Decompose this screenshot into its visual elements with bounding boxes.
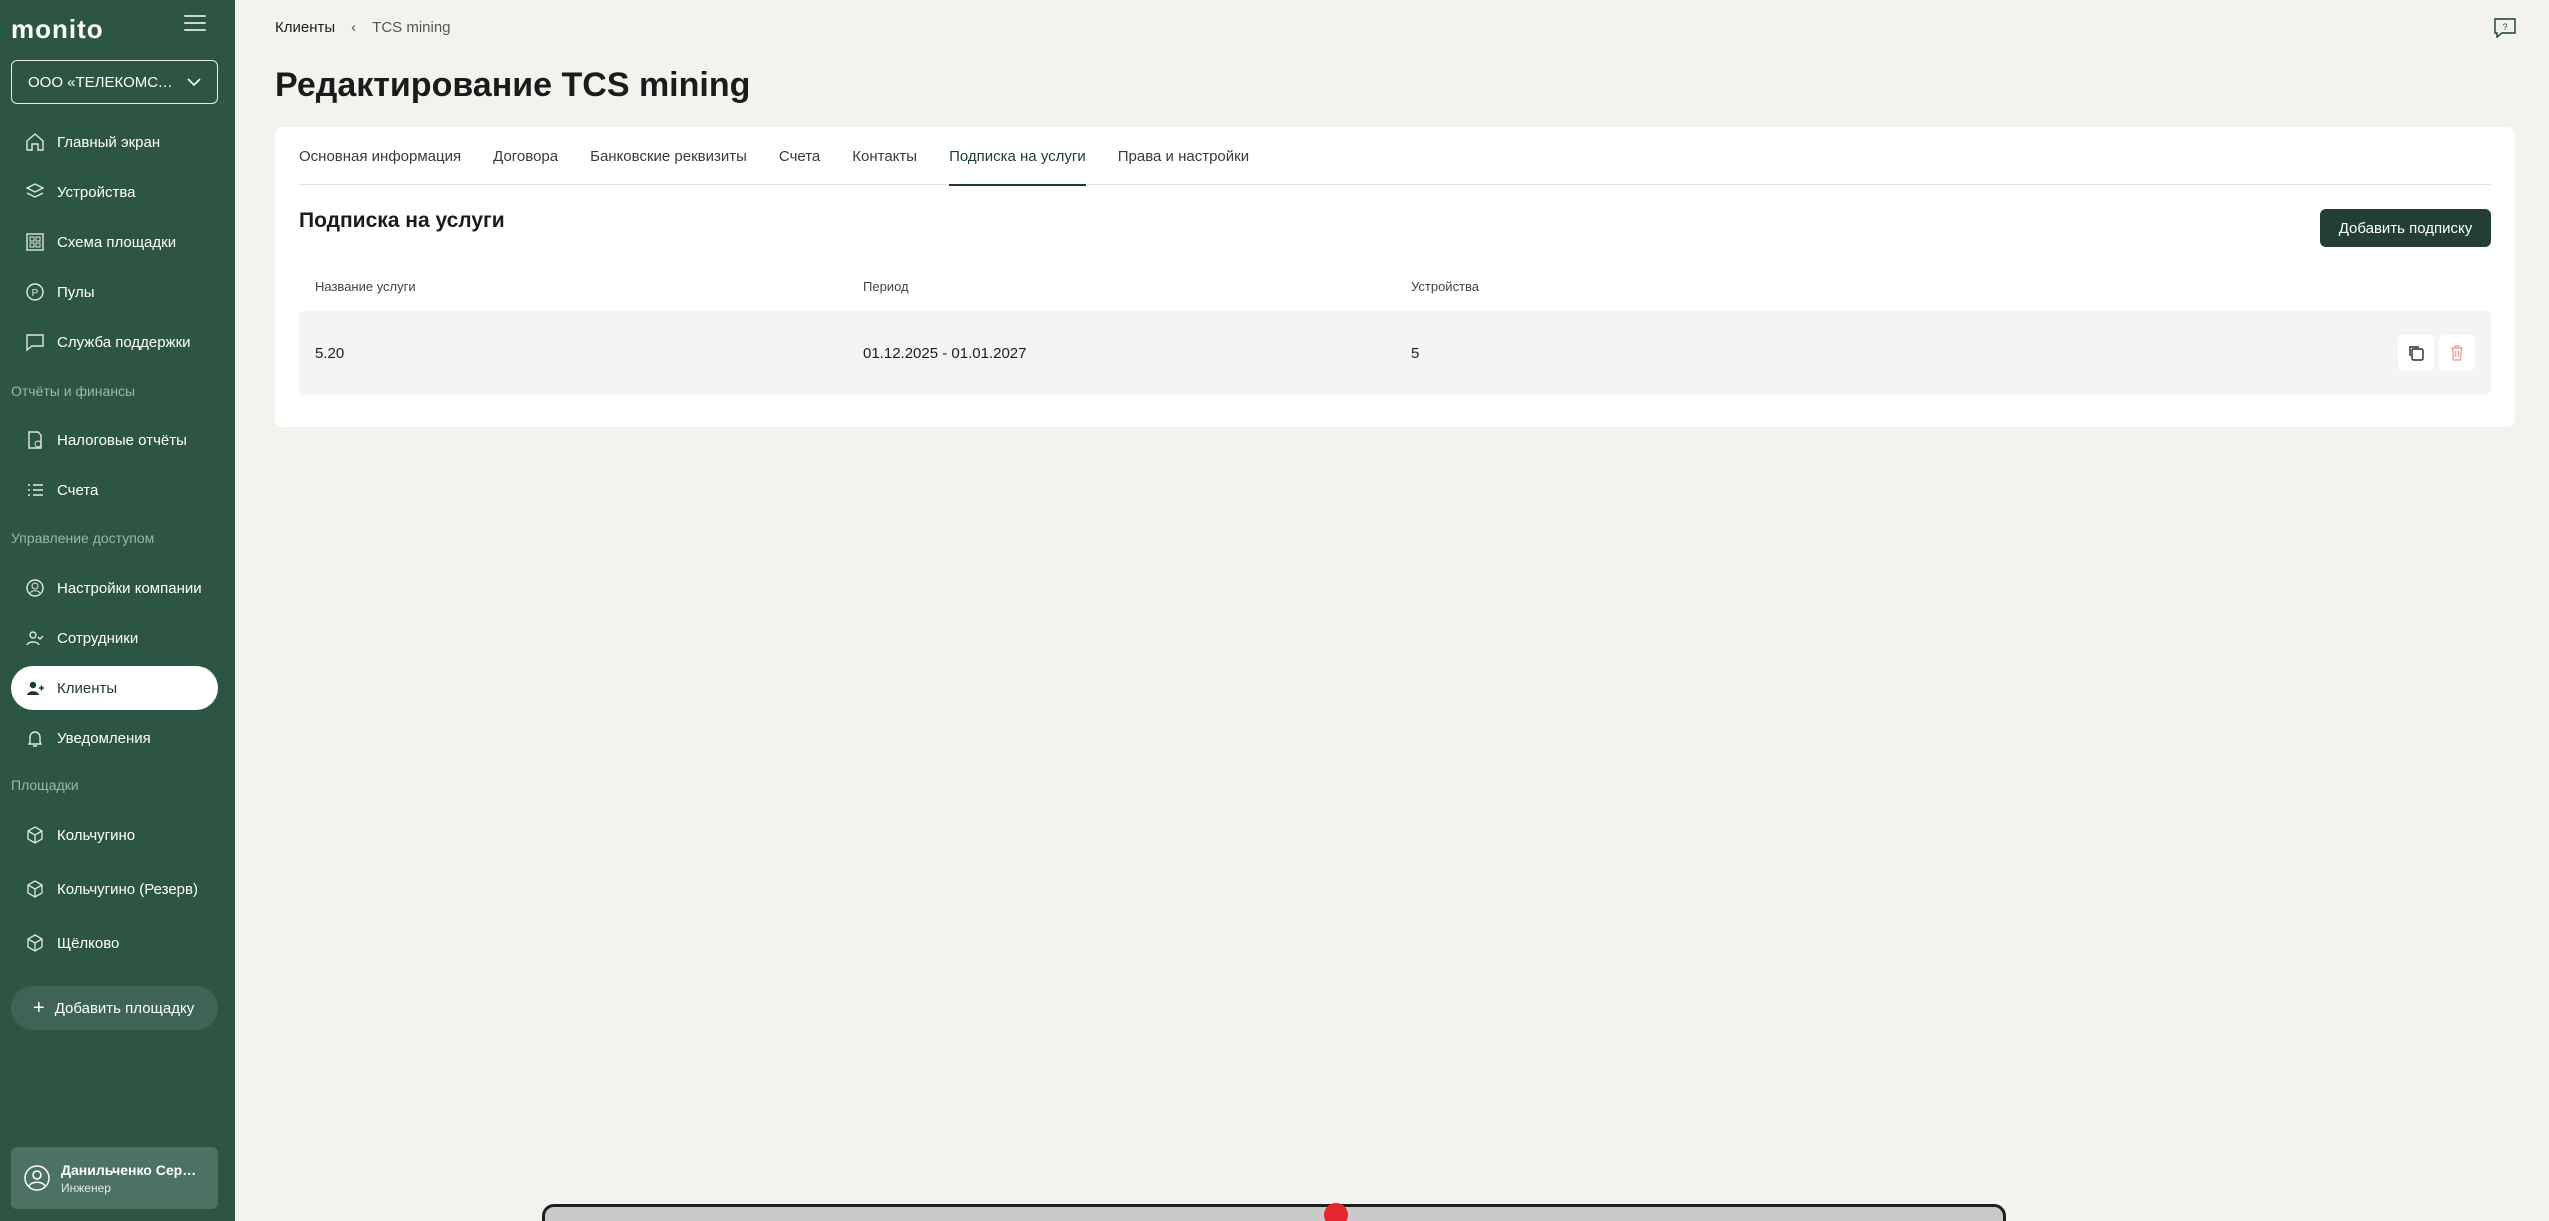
breadcrumb-back-icon[interactable]: ‹ <box>351 19 356 36</box>
sidebar-item-label: Схема площадки <box>57 233 177 251</box>
sidebar-item-support[interactable]: Служба поддержки <box>11 320 218 364</box>
user-profile[interactable]: Данильченко Сергей Инженер <box>11 1147 218 1209</box>
cube-icon <box>24 824 46 846</box>
sidebar-item-site-kolchugino-reserve[interactable]: Кольчугино (Резерв) <box>11 867 218 911</box>
sidebar-item-label: Налоговые отчёты <box>57 431 187 449</box>
cube-icon <box>24 878 46 900</box>
feedback-icon[interactable]: ? <box>2494 18 2516 43</box>
sidebar-item-company-settings[interactable]: Настройки компании <box>11 566 218 610</box>
dock-notification-dot <box>1324 1203 1348 1221</box>
sidebar-item-label: Пулы <box>57 283 95 301</box>
sidebar-item-label: Счета <box>57 481 99 499</box>
employees-icon <box>24 627 46 649</box>
content-card: Основная информация Договора Банковские … <box>275 127 2515 427</box>
tab-bar: Основная информация Договора Банковские … <box>299 127 2491 186</box>
section-title: Подписка на услуги <box>299 209 505 232</box>
breadcrumb-current: TCS mining <box>372 19 451 36</box>
sidebar-item-label: Сотрудники <box>57 629 139 647</box>
sidebar-item-label: Устройства <box>57 183 136 201</box>
sidebar-item-employees[interactable]: Сотрудники <box>11 616 218 660</box>
copy-icon <box>2409 346 2424 361</box>
chevron-down-icon <box>187 77 201 86</box>
column-header-period: Период <box>863 279 909 294</box>
list-icon <box>24 479 46 501</box>
sidebar-item-home[interactable]: Главный экран <box>11 120 218 164</box>
cell-service-name: 5.20 <box>315 345 345 362</box>
company-selector[interactable]: ООО «ТЕЛЕКОМСТАНДАРТ» <box>11 60 218 104</box>
section-label-sites: Площадки <box>11 777 79 793</box>
sidebar-item-label: Настройки компании <box>57 579 202 597</box>
menu-toggle-icon[interactable] <box>184 15 206 33</box>
page-title: Редактирование TCS mining <box>275 66 751 104</box>
sidebar-item-label: Главный экран <box>57 133 161 151</box>
tab-invoices[interactable]: Счета <box>779 127 820 185</box>
pool-icon: P <box>24 281 46 303</box>
delete-button[interactable] <box>2439 335 2475 371</box>
column-header-service-name: Название услуги <box>315 279 416 294</box>
plus-icon: + <box>33 997 45 1019</box>
sidebar-item-label: Уведомления <box>57 729 151 747</box>
sidebar-item-label: Кольчугино <box>57 826 136 844</box>
user-role: Инженер <box>61 1180 111 1195</box>
tab-bank-details[interactable]: Банковские реквизиты <box>590 127 747 185</box>
layers-icon <box>24 181 46 203</box>
column-header-devices: Устройства <box>1411 279 1480 294</box>
sidebar-item-devices[interactable]: Устройства <box>11 170 218 214</box>
tab-contracts[interactable]: Договора <box>493 127 558 185</box>
sidebar-item-clients[interactable]: Клиенты <box>11 666 218 710</box>
sidebar-item-site-kolchugino[interactable]: Кольчугино <box>11 813 218 857</box>
breadcrumb-parent[interactable]: Клиенты <box>275 19 335 36</box>
add-subscription-button[interactable]: Добавить подписку <box>2320 209 2491 247</box>
cell-devices: 5 <box>1411 345 1420 362</box>
sidebar: monito ООО «ТЕЛЕКОМСТАНДАРТ» Главный экр… <box>0 0 235 1221</box>
sidebar-item-invoices[interactable]: Счета <box>11 468 218 512</box>
sidebar-item-site-scheme[interactable]: Схема площадки <box>11 220 218 264</box>
bell-icon <box>24 727 46 749</box>
tab-main-info[interactable]: Основная информация <box>299 127 461 185</box>
sidebar-item-label: Кольчугино (Резерв) <box>57 880 198 898</box>
app-logo[interactable]: monito <box>11 14 104 45</box>
svg-text:P: P <box>32 288 39 299</box>
sidebar-item-tax-reports[interactable]: Налоговые отчёты <box>11 418 218 462</box>
cube-icon <box>24 932 46 954</box>
tab-subscriptions[interactable]: Подписка на услуги <box>949 127 1086 186</box>
add-site-button[interactable]: + Добавить площадку <box>11 986 218 1030</box>
svg-text:?: ? <box>2502 22 2507 32</box>
company-selector-value: ООО «ТЕЛЕКОМСТАНДАРТ» <box>28 73 179 91</box>
grid-icon <box>24 231 46 253</box>
tab-contacts[interactable]: Контакты <box>852 127 917 185</box>
user-name: Данильченко Сергей <box>61 1161 201 1178</box>
sidebar-item-label: Щёлково <box>57 934 120 952</box>
sidebar-item-label: Служба поддержки <box>57 333 191 351</box>
sidebar-item-notifications[interactable]: Уведомления <box>11 716 218 760</box>
os-dock <box>542 1203 2006 1221</box>
cell-period: 01.12.2025 - 01.01.2027 <box>863 345 1027 362</box>
sidebar-item-site-shchelkovo[interactable]: Щёлково <box>11 921 218 965</box>
breadcrumb: Клиенты ‹ TCS mining <box>275 19 451 36</box>
avatar-icon <box>24 1165 50 1191</box>
tax-report-icon <box>24 429 46 451</box>
user-circle-icon <box>24 577 46 599</box>
trash-icon <box>2451 345 2463 361</box>
tab-rights-settings[interactable]: Права и настройки <box>1118 127 1249 185</box>
chat-icon <box>24 331 46 353</box>
sidebar-item-pools[interactable]: P Пулы <box>11 270 218 314</box>
sidebar-item-label: Клиенты <box>57 679 118 697</box>
table-row[interactable]: 5.20 01.12.2025 - 01.01.2027 5 <box>299 311 2491 395</box>
section-label-finance: Отчёты и финансы <box>11 383 136 399</box>
copy-button[interactable] <box>2398 335 2434 371</box>
clients-icon <box>24 677 46 699</box>
add-site-label: Добавить площадку <box>54 999 195 1017</box>
home-icon <box>24 131 46 153</box>
section-label-access: Управление доступом <box>11 530 155 546</box>
